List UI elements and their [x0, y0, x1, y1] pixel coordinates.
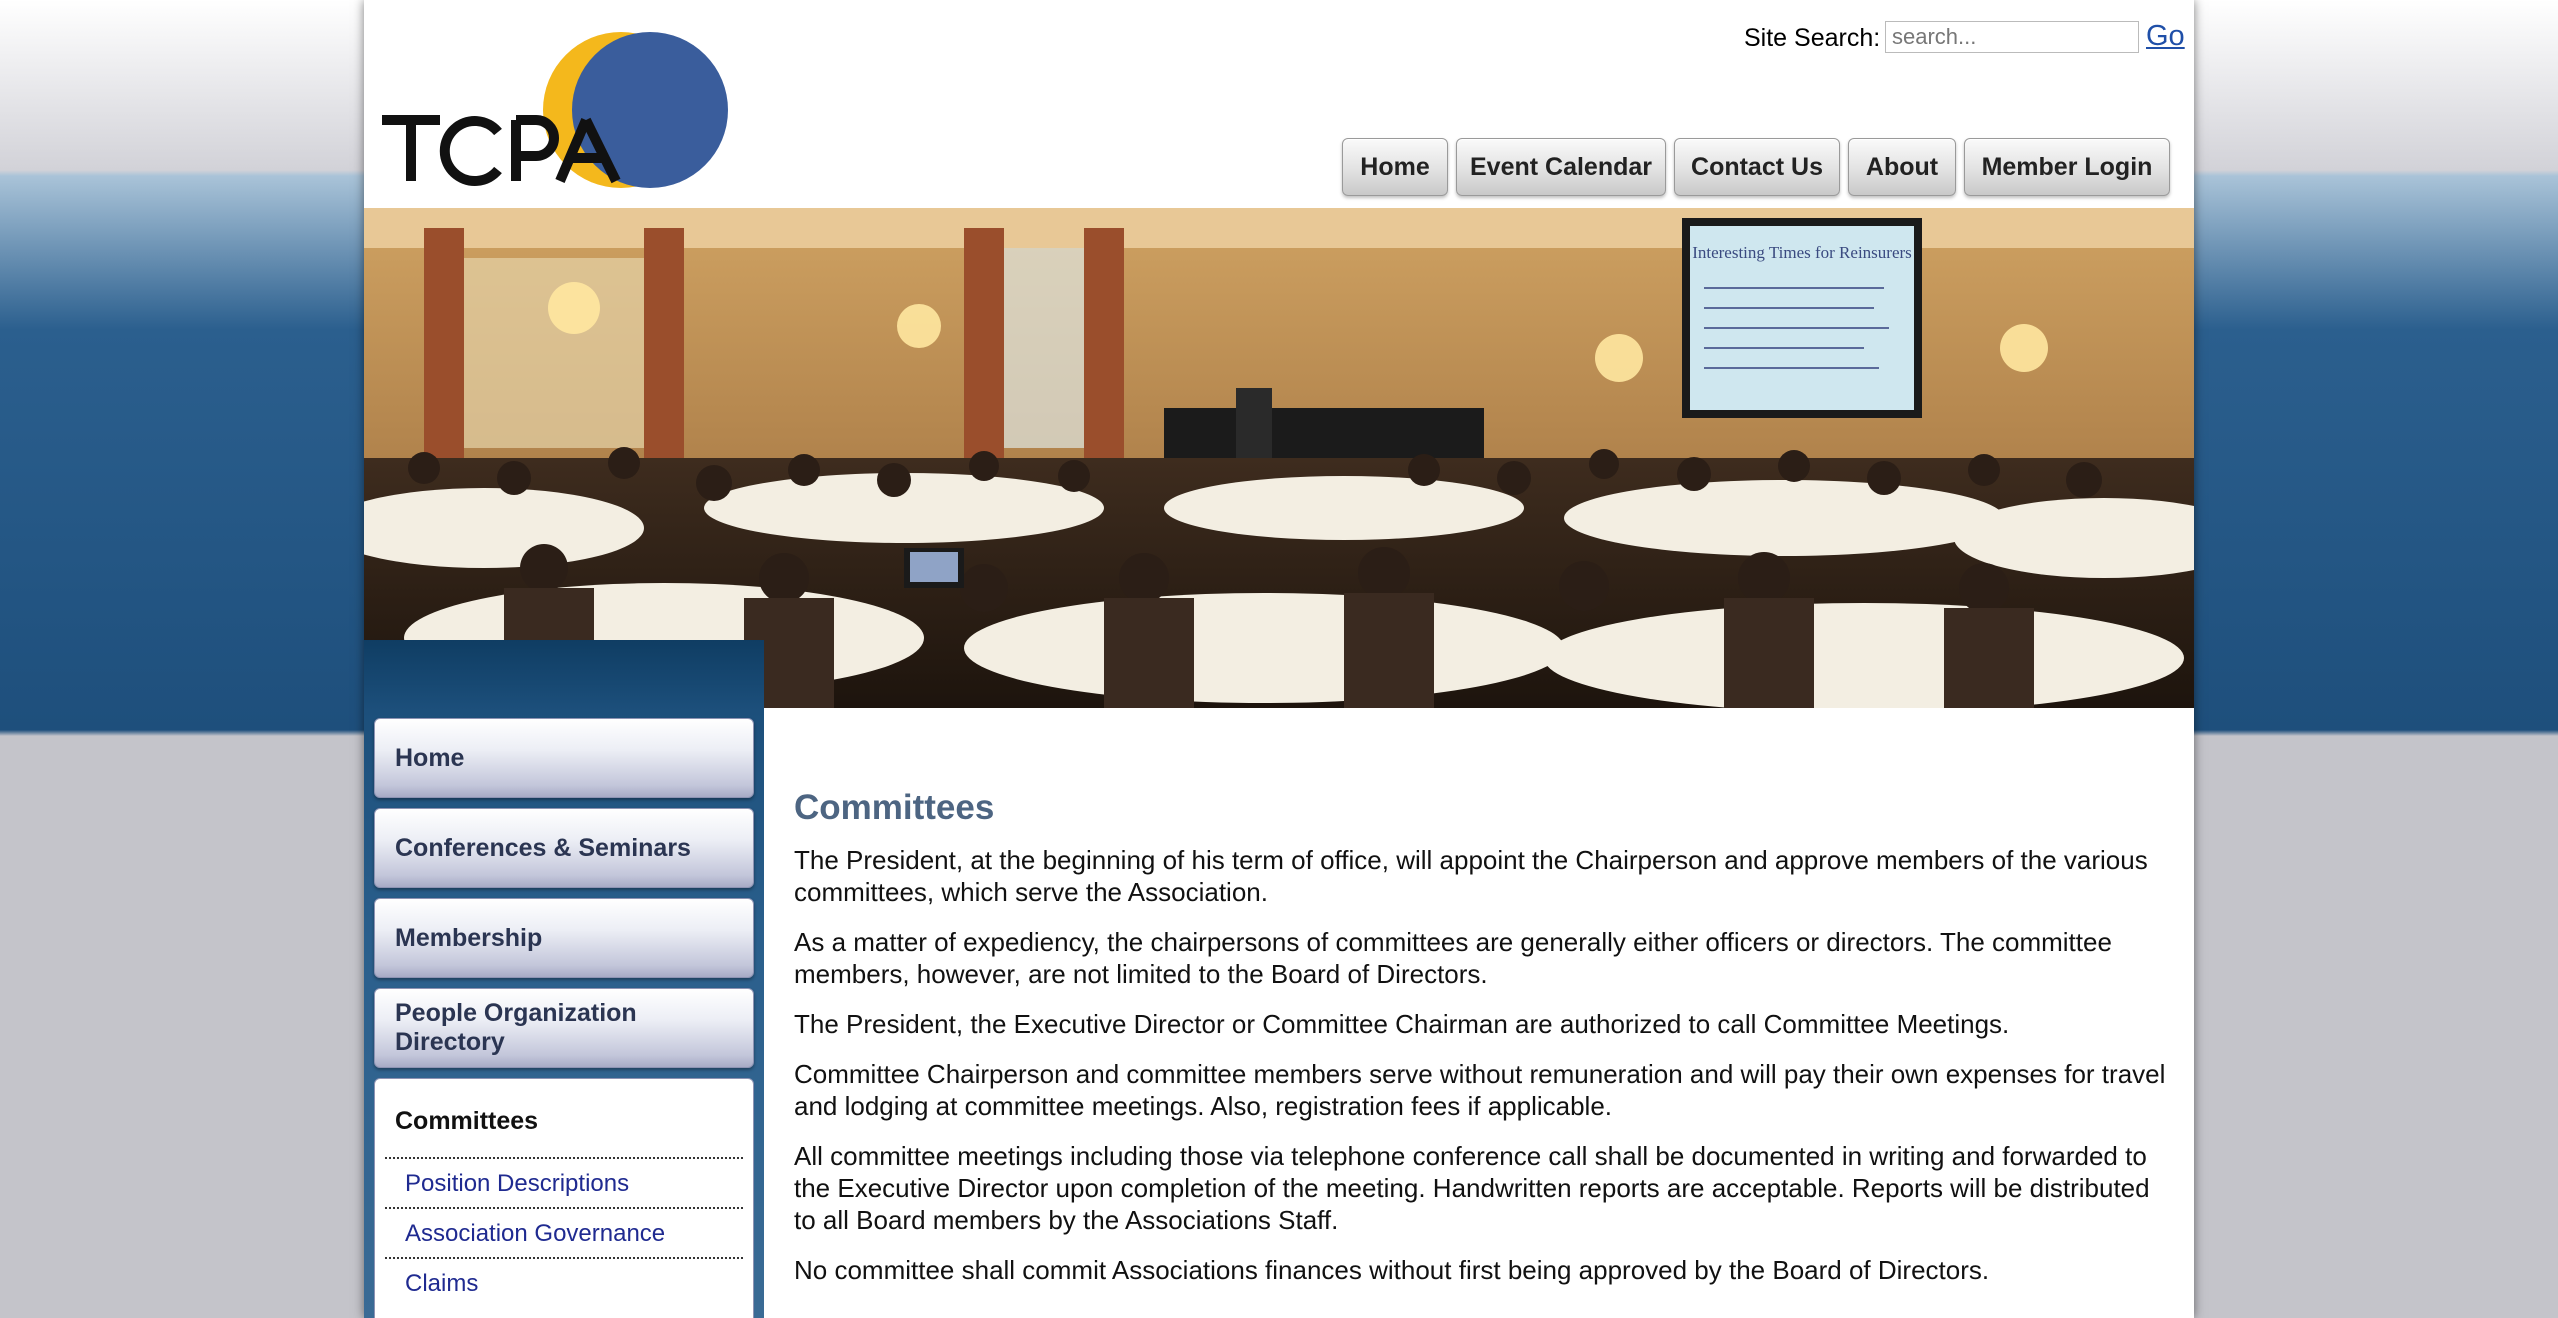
content-paragraph: Committee Chairperson and committee memb… [794, 1059, 2166, 1121]
page-title: Committees [794, 788, 995, 827]
topnav-about-button[interactable]: About [1848, 138, 1956, 196]
topnav-contact-us-button[interactable]: Contact Us [1674, 138, 1840, 196]
header: Site Search: Go Home Event Calendar Cont… [364, 0, 2194, 208]
submenu-item-claims[interactable]: Claims [385, 1257, 743, 1306]
submenu-item-association-governance[interactable]: Association Governance [385, 1207, 743, 1256]
slide-title-line: Interesting Times for Reinsurers [1692, 243, 1912, 262]
content-paragraph: No committee shall commit Associations f… [794, 1255, 1990, 1285]
search-label: Site Search: [1744, 24, 1881, 52]
topnav-home-button[interactable]: Home [1342, 138, 1448, 196]
sidebar-item-membership[interactable]: Membership [374, 898, 754, 978]
sidebar-item-home[interactable]: Home [374, 718, 754, 798]
content-paragraph: All committee meetings including those v… [794, 1141, 2150, 1235]
page: Site Search: Go Home Event Calendar Cont… [364, 0, 2194, 1318]
tcpa-logo[interactable] [380, 28, 740, 193]
content-paragraph: The President, the Executive Director or… [794, 1009, 2010, 1039]
topnav-member-login-button[interactable]: Member Login [1964, 138, 2170, 196]
submenu-item-position-descriptions[interactable]: Position Descriptions [385, 1157, 743, 1206]
sidebar-item-committees-active: Committees Position Descriptions Associa… [374, 1078, 754, 1318]
topnav-event-calendar-button[interactable]: Event Calendar [1456, 138, 1666, 196]
content-paragraph: The President, at the beginning of his t… [794, 845, 2148, 907]
sidebar: Home Conferences & Seminars Membership P… [364, 640, 764, 1318]
content-paragraph: As a matter of expediency, the chairpers… [794, 927, 2112, 989]
search-input[interactable] [1885, 21, 2139, 53]
sidebar-item-people-organization-directory[interactable]: People Organization Directory [374, 988, 754, 1068]
sidebar-active-label[interactable]: Committees [395, 1107, 538, 1136]
conference-banner-image: Interesting Times for Reinsurers [364, 208, 2194, 708]
sidebar-item-conferences-seminars[interactable]: Conferences & Seminars [374, 808, 754, 888]
search-go-link[interactable]: Go [2146, 20, 2185, 53]
main-content: Committees The President, at the beginni… [794, 788, 2174, 1304]
